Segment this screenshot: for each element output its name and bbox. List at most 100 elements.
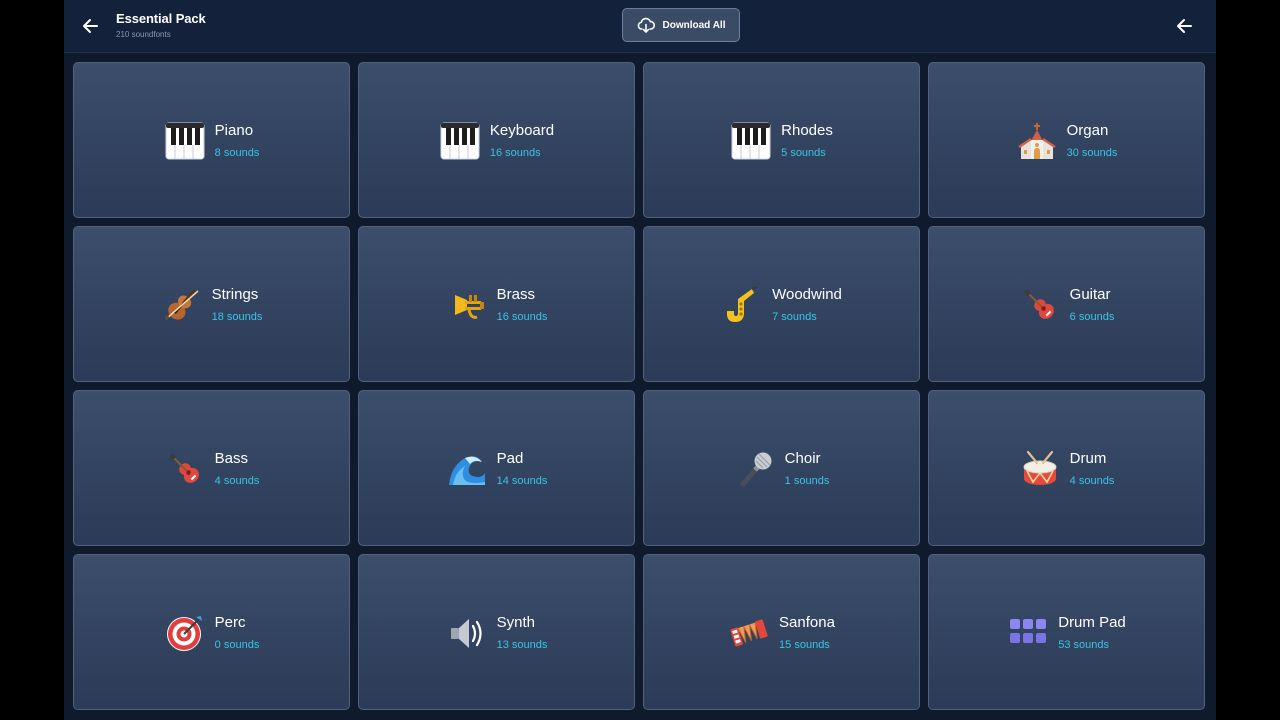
instrument-name: Organ (1066, 122, 1109, 139)
instrument-card[interactable]: Sanfona 15 sounds (643, 554, 920, 710)
instrument-card[interactable]: Keyboard 16 sounds (358, 62, 635, 218)
instrument-card[interactable]: Organ 30 sounds (928, 62, 1205, 218)
instrument-sound-count: 4 sounds (214, 475, 260, 487)
instrument-card[interactable]: Brass 16 sounds (358, 226, 635, 382)
piano-keys-icon (164, 120, 206, 162)
drum-icon (1019, 448, 1061, 490)
wave-icon (446, 448, 488, 490)
instrument-card-content: Guitar 6 sounds (1019, 284, 1115, 326)
instrument-sound-count: 7 sounds (772, 311, 817, 323)
instrument-card[interactable]: Synth 13 sounds (358, 554, 635, 710)
instrument-text: Sanfona 15 sounds (779, 614, 835, 652)
back-button[interactable] (77, 13, 103, 39)
instrument-text: Rhodes 5 sounds (781, 122, 833, 160)
instrument-name: Bass (214, 450, 249, 467)
instrument-card-content: Bass 4 sounds (164, 448, 260, 490)
instrument-grid: Piano 8 sounds Keyboard 16 sounds Rhodes 5 so… (73, 62, 1205, 710)
instrument-sound-count: 6 sounds (1069, 311, 1115, 323)
target-icon (164, 612, 206, 654)
instrument-text: Brass 16 sounds (497, 286, 548, 324)
instrument-name: Guitar (1069, 286, 1111, 303)
instrument-name: Drum Pad (1058, 614, 1126, 631)
instrument-card[interactable]: Woodwind 7 sounds (643, 226, 920, 382)
instrument-name: Drum (1069, 450, 1107, 467)
instrument-name: Pad (496, 450, 524, 467)
instrument-sound-count: 8 sounds (214, 147, 260, 159)
cloud-download-icon (637, 17, 655, 33)
instrument-card[interactable]: Piano 8 sounds (73, 62, 350, 218)
download-all-label: Download All (662, 19, 726, 31)
instrument-text: Keyboard 16 sounds (490, 122, 554, 160)
instrument-sound-count: 1 sounds (784, 475, 830, 487)
instrument-card[interactable]: Strings 18 sounds (73, 226, 350, 382)
instrument-sound-count: 0 sounds (214, 639, 260, 651)
instrument-name: Strings (211, 286, 259, 303)
instrument-card[interactable]: Pad 14 sounds (358, 390, 635, 546)
instrument-name: Brass (496, 286, 535, 303)
instrument-card-content: Brass 16 sounds (446, 284, 548, 326)
instrument-sound-count: 18 sounds (211, 311, 263, 323)
instrument-card-content: Drum Pad 53 sounds (1007, 612, 1126, 654)
accordion-icon (728, 612, 770, 654)
top-bar: Essential Pack 210 soundfonts Download A… (64, 0, 1216, 53)
title-block: Essential Pack 210 soundfonts (116, 11, 206, 41)
instrument-sound-count: 4 sounds (1069, 475, 1115, 487)
instrument-card[interactable]: Guitar 6 sounds (928, 226, 1205, 382)
instrument-text: Perc 0 sounds (215, 614, 260, 652)
instrument-card-content: Rhodes 5 sounds (730, 120, 833, 162)
instrument-sound-count: 53 sounds (1058, 639, 1109, 651)
download-all-button[interactable]: Download All (622, 8, 740, 42)
speaker-icon (446, 612, 488, 654)
instrument-card-content: Perc 0 sounds (164, 612, 260, 654)
instrument-text: Strings 18 sounds (212, 286, 263, 324)
instrument-card[interactable]: Drum 4 sounds (928, 390, 1205, 546)
instrument-card-content: Organ 30 sounds (1016, 120, 1118, 162)
instrument-card-content: Strings 18 sounds (161, 284, 263, 326)
instrument-name: Rhodes (781, 122, 833, 139)
instrument-card[interactable]: Bass 4 sounds (73, 390, 350, 546)
piano-keys-icon (439, 120, 481, 162)
instrument-card-content: Keyboard 16 sounds (439, 120, 554, 162)
saxophone-icon (721, 284, 763, 326)
instrument-name: Choir (784, 450, 821, 467)
instrument-text: Drum Pad 53 sounds (1058, 614, 1126, 652)
app-screen: Essential Pack 210 soundfonts Download A… (64, 0, 1216, 720)
instrument-card-content: Synth 13 sounds (446, 612, 548, 654)
instrument-text: Guitar 6 sounds (1070, 286, 1115, 324)
instrument-text: Pad 14 sounds (497, 450, 548, 488)
back-button-right[interactable] (1171, 13, 1197, 39)
instrument-sound-count: 16 sounds (489, 147, 541, 159)
instrument-card-content: Sanfona 15 sounds (728, 612, 835, 654)
instrument-name: Sanfona (779, 614, 835, 631)
instrument-sound-count: 15 sounds (779, 639, 830, 651)
instrument-sound-count: 16 sounds (496, 311, 548, 323)
instrument-card-content: Drum 4 sounds (1019, 448, 1115, 490)
instrument-text: Bass 4 sounds (215, 450, 260, 488)
guitar-icon (1019, 284, 1061, 326)
instrument-text: Choir 1 sounds (785, 450, 830, 488)
arrow-left-icon (83, 19, 98, 33)
church-icon (1016, 120, 1058, 162)
instrument-text: Piano 8 sounds (215, 122, 260, 160)
instrument-name: Perc (214, 614, 246, 631)
microphone-icon (734, 448, 776, 490)
instrument-sound-count: 30 sounds (1066, 147, 1118, 159)
guitar-icon (164, 448, 206, 490)
instrument-name: Woodwind (772, 286, 842, 303)
instrument-text: Drum 4 sounds (1070, 450, 1115, 488)
instrument-text: Woodwind 7 sounds (772, 286, 842, 324)
instrument-card-content: Piano 8 sounds (164, 120, 260, 162)
instrument-card[interactable]: Drum Pad 53 sounds (928, 554, 1205, 710)
page-subtitle: 210 soundfonts (116, 30, 171, 39)
instrument-card-content: Choir 1 sounds (734, 448, 830, 490)
instrument-name: Piano (214, 122, 254, 139)
page-title: Essential Pack (116, 11, 206, 26)
instrument-sound-count: 14 sounds (496, 475, 548, 487)
drum-pad-icon (1007, 612, 1049, 654)
arrow-left-icon (1177, 19, 1192, 33)
instrument-sound-count: 13 sounds (496, 639, 548, 651)
instrument-name: Keyboard (489, 122, 555, 139)
instrument-card[interactable]: Choir 1 sounds (643, 390, 920, 546)
instrument-card[interactable]: Perc 0 sounds (73, 554, 350, 710)
instrument-card[interactable]: Rhodes 5 sounds (643, 62, 920, 218)
